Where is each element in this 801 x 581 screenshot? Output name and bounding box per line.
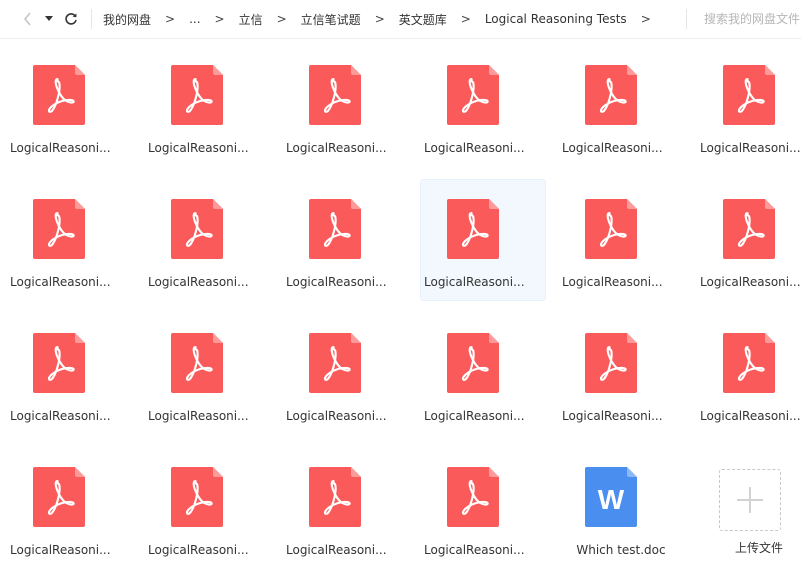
- breadcrumb-item[interactable]: ...: [189, 12, 200, 26]
- breadcrumb-separator: >: [276, 12, 287, 26]
- breadcrumb-item[interactable]: 立信笔试题: [301, 11, 361, 28]
- pdf-file-item[interactable]: LogicalReasoni...: [144, 45, 270, 167]
- pdf-file-icon: [447, 333, 499, 393]
- pdf-file-item[interactable]: LogicalReasoni...: [420, 179, 546, 301]
- search-input[interactable]: [698, 8, 801, 30]
- pdf-file-icon: [309, 65, 361, 125]
- pdf-file-item[interactable]: LogicalReasoni...: [6, 447, 132, 569]
- breadcrumb-item[interactable]: 英文题库: [399, 11, 447, 28]
- file-name: LogicalReasoni...: [10, 543, 111, 557]
- pdf-file-item[interactable]: LogicalReasoni...: [282, 45, 408, 167]
- file-name: LogicalReasoni...: [286, 141, 387, 155]
- plus-icon: [737, 487, 763, 513]
- file-name: LogicalReasoni...: [148, 275, 249, 289]
- pdf-file-icon: [33, 199, 85, 259]
- file-grid: LogicalReasoni... LogicalReasoni... Logi…: [0, 45, 801, 581]
- pdf-file-item[interactable]: LogicalReasoni...: [420, 45, 546, 167]
- breadcrumb-separator: >: [460, 12, 471, 26]
- word-doc-icon: W: [585, 467, 637, 527]
- file-name: LogicalReasoni...: [286, 543, 387, 557]
- breadcrumb-item[interactable]: 我的网盘: [103, 11, 151, 28]
- pdf-file-icon: [585, 199, 637, 259]
- pdf-file-icon: [33, 333, 85, 393]
- pdf-file-item[interactable]: LogicalReasoni...: [6, 45, 132, 167]
- file-name: LogicalReasoni...: [562, 275, 663, 289]
- file-name: LogicalReasoni...: [424, 409, 525, 423]
- chevron-left-icon: [24, 12, 31, 26]
- file-name: LogicalReasoni...: [10, 409, 111, 423]
- breadcrumb-separator: >: [214, 12, 225, 26]
- pdf-file-item[interactable]: LogicalReasoni...: [282, 447, 408, 569]
- pdf-file-icon: [171, 199, 223, 259]
- file-name: Which test.doc: [576, 543, 666, 557]
- svg-text:W: W: [598, 484, 625, 515]
- pdf-file-item[interactable]: LogicalReasoni...: [420, 447, 546, 569]
- pdf-file-item[interactable]: LogicalReasoni...: [6, 313, 132, 435]
- pdf-file-icon: [723, 333, 775, 393]
- pdf-file-icon: [171, 333, 223, 393]
- pdf-file-item[interactable]: LogicalReasoni...: [696, 45, 801, 167]
- file-name: LogicalReasoni...: [10, 141, 111, 155]
- file-name: LogicalReasoni...: [562, 141, 663, 155]
- upload-box: [719, 469, 781, 531]
- pdf-file-icon: [33, 467, 85, 527]
- pdf-file-icon: [723, 65, 775, 125]
- file-name: LogicalReasoni...: [148, 141, 249, 155]
- pdf-file-icon: [447, 199, 499, 259]
- file-name: LogicalReasoni...: [700, 141, 801, 155]
- pdf-file-item[interactable]: LogicalReasoni...: [558, 45, 684, 167]
- pdf-file-item[interactable]: LogicalReasoni...: [558, 179, 684, 301]
- pdf-file-icon: [309, 467, 361, 527]
- file-name: LogicalReasoni...: [424, 141, 525, 155]
- file-name: LogicalReasoni...: [424, 275, 525, 289]
- file-name: LogicalReasoni...: [148, 409, 249, 423]
- file-name: LogicalReasoni...: [700, 275, 801, 289]
- file-name: LogicalReasoni...: [10, 275, 111, 289]
- upload-file-button[interactable]: 上传文件: [696, 447, 801, 569]
- search-divider: [686, 9, 687, 29]
- pdf-file-item[interactable]: LogicalReasoni...: [282, 313, 408, 435]
- pdf-file-icon: [309, 199, 361, 259]
- toolbar-divider: [91, 9, 92, 29]
- pdf-file-icon: [585, 65, 637, 125]
- pdf-file-icon: [171, 467, 223, 527]
- breadcrumb-separator: >: [374, 12, 385, 26]
- toolbar: 我的网盘 >... > 立信 > 立信笔试题 > 英文题库 > Logical Reasoning…: [0, 0, 801, 39]
- pdf-file-icon: [447, 65, 499, 125]
- breadcrumb-separator: >: [640, 12, 651, 26]
- pdf-file-item[interactable]: LogicalReasoni...: [696, 179, 801, 301]
- pdf-file-item[interactable]: LogicalReasoni...: [282, 179, 408, 301]
- file-name: LogicalReasoni...: [286, 275, 387, 289]
- file-name: LogicalReasoni...: [148, 543, 249, 557]
- pdf-file-icon: [447, 467, 499, 527]
- back-button[interactable]: [18, 9, 38, 29]
- pdf-file-item[interactable]: LogicalReasoni...: [558, 313, 684, 435]
- breadcrumb-item[interactable]: Logical Reasoning Tests: [485, 12, 627, 26]
- refresh-icon: [65, 13, 77, 25]
- pdf-file-item[interactable]: LogicalReasoni...: [6, 179, 132, 301]
- pdf-file-icon: [309, 333, 361, 393]
- history-dropdown-button[interactable]: [40, 9, 58, 29]
- refresh-button[interactable]: [60, 9, 82, 29]
- caret-down-icon: [45, 16, 53, 21]
- file-name: LogicalReasoni...: [562, 409, 663, 423]
- doc-file-item[interactable]: W Which test.doc: [558, 447, 684, 569]
- pdf-file-item[interactable]: LogicalReasoni...: [144, 179, 270, 301]
- pdf-file-item[interactable]: LogicalReasoni...: [420, 313, 546, 435]
- pdf-file-icon: [171, 65, 223, 125]
- file-name: LogicalReasoni...: [700, 409, 801, 423]
- pdf-file-item[interactable]: LogicalReasoni...: [144, 447, 270, 569]
- file-name: LogicalReasoni...: [424, 543, 525, 557]
- pdf-file-item[interactable]: LogicalReasoni...: [144, 313, 270, 435]
- pdf-file-icon: [723, 199, 775, 259]
- breadcrumb-separator: >: [165, 12, 176, 26]
- breadcrumb: 我的网盘 >... > 立信 > 立信笔试题 > 英文题库 > Logical Reasoning…: [103, 0, 665, 38]
- breadcrumb-item[interactable]: 立信: [239, 11, 263, 28]
- upload-label: 上传文件: [734, 541, 783, 555]
- pdf-file-icon: [33, 65, 85, 125]
- pdf-file-item[interactable]: LogicalReasoni...: [696, 313, 801, 435]
- pdf-file-icon: [585, 333, 637, 393]
- file-name: LogicalReasoni...: [286, 409, 387, 423]
